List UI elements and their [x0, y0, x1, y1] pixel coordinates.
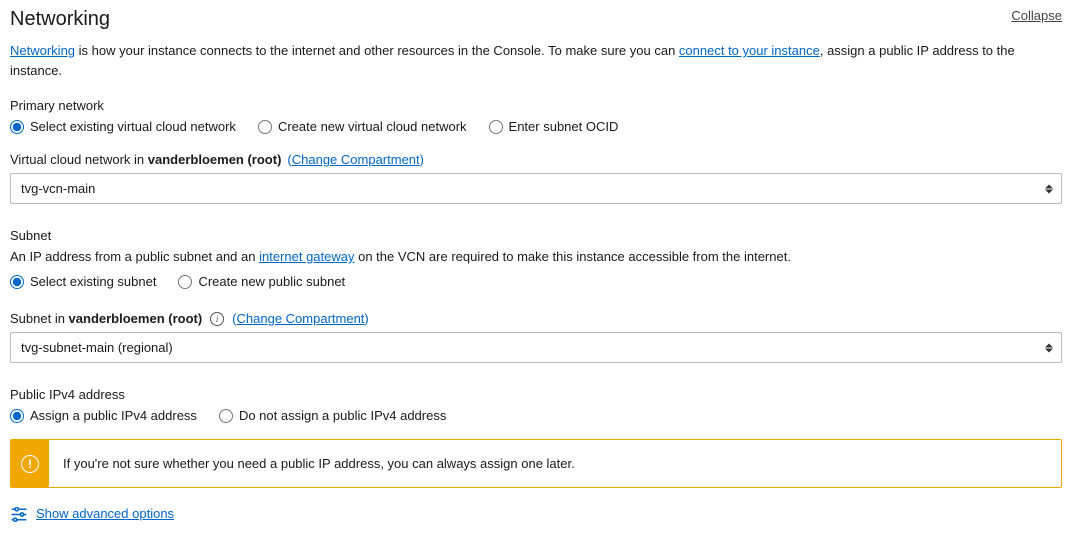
- connect-to-instance-link[interactable]: connect to your instance: [679, 43, 820, 58]
- radio-existing-vcn-input[interactable]: [10, 120, 24, 134]
- radio-existing-subnet[interactable]: Select existing subnet: [10, 274, 156, 289]
- radio-noassign-ip[interactable]: Do not assign a public IPv4 address: [219, 408, 446, 423]
- radio-create-vcn[interactable]: Create new virtual cloud network: [258, 119, 467, 134]
- radio-enter-ocid[interactable]: Enter subnet OCID: [489, 119, 619, 134]
- radio-enter-ocid-input[interactable]: [489, 120, 503, 134]
- subnet-select-value: tvg-subnet-main (regional): [21, 340, 173, 355]
- public-ip-label: Public IPv4 address: [10, 387, 1062, 402]
- radio-noassign-ip-input[interactable]: [219, 409, 233, 423]
- subnet-label-row: Subnet in vanderbloemen (root) i (Change…: [10, 311, 1062, 326]
- radio-assign-ip-input[interactable]: [10, 409, 24, 423]
- subnet-select[interactable]: tvg-subnet-main (regional): [10, 332, 1062, 363]
- networking-link[interactable]: Networking: [10, 43, 75, 58]
- select-caret-icon: [1045, 184, 1053, 193]
- radio-create-vcn-input[interactable]: [258, 120, 272, 134]
- sliders-icon: [10, 504, 28, 522]
- primary-network-label: Primary network: [10, 98, 1062, 113]
- select-caret-icon: [1045, 343, 1053, 352]
- vcn-label-row: Virtual cloud network in vanderbloemen (…: [10, 152, 1062, 167]
- radio-create-subnet[interactable]: Create new public subnet: [178, 274, 345, 289]
- vcn-change-compartment-link[interactable]: Change Compartment: [292, 152, 420, 167]
- ip-notice: ! If you're not sure whether you need a …: [10, 439, 1062, 488]
- subnet-intro: An IP address from a public subnet and a…: [10, 249, 1062, 264]
- radio-assign-ip[interactable]: Assign a public IPv4 address: [10, 408, 197, 423]
- collapse-link[interactable]: Collapse: [1011, 8, 1062, 23]
- internet-gateway-link[interactable]: internet gateway: [259, 249, 354, 264]
- vcn-select[interactable]: tvg-vcn-main: [10, 173, 1062, 204]
- vcn-select-value: tvg-vcn-main: [21, 181, 95, 196]
- intro-text: Networking is how your instance connects…: [10, 41, 1062, 80]
- section-title: Networking: [10, 8, 110, 31]
- radio-existing-vcn[interactable]: Select existing virtual cloud network: [10, 119, 236, 134]
- subnet-section-label: Subnet: [10, 228, 1062, 243]
- notice-text: If you're not sure whether you need a pu…: [49, 440, 1061, 487]
- show-advanced-options-link[interactable]: Show advanced options: [36, 506, 174, 521]
- info-icon[interactable]: i: [210, 312, 224, 326]
- subnet-change-compartment-link[interactable]: Change Compartment: [237, 311, 365, 326]
- radio-existing-subnet-input[interactable]: [10, 275, 24, 289]
- warning-icon: !: [21, 455, 39, 473]
- radio-create-subnet-input[interactable]: [178, 275, 192, 289]
